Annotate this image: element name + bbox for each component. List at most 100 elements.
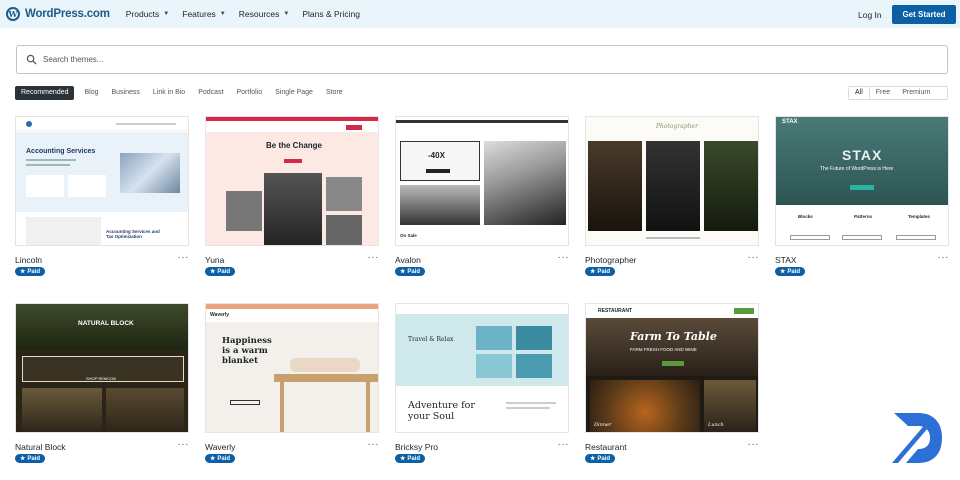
theme-card[interactable]: NATURAL BLOCK SHOP REMCOB Natural Block … bbox=[15, 303, 189, 463]
chevron-down-icon: ▼ bbox=[283, 11, 290, 17]
theme-search[interactable] bbox=[16, 45, 948, 74]
filter-recommended[interactable]: Recommended bbox=[15, 86, 75, 100]
preview-heading: Farm To Table bbox=[630, 330, 717, 343]
more-options-icon[interactable]: ··· bbox=[558, 439, 570, 450]
preview-col-3: Templates bbox=[908, 214, 930, 219]
star-icon: ★ bbox=[20, 269, 26, 275]
more-options-icon[interactable]: ··· bbox=[748, 439, 760, 450]
theme-card[interactable]: -40X On Sale Avalon ··· ★ Paid bbox=[395, 116, 569, 276]
theme-name: Natural Block bbox=[15, 442, 66, 452]
preview-button: SHOP REMCOB bbox=[86, 376, 116, 381]
paid-badge: ★ Paid bbox=[205, 454, 236, 463]
pricing-all[interactable]: All bbox=[849, 87, 870, 99]
preview-col-2: Patterns bbox=[854, 214, 873, 219]
theme-preview[interactable]: STAX STAX The Future of WordPress is Her… bbox=[775, 116, 949, 246]
preview-label-dinner: Dinner bbox=[594, 422, 612, 428]
nav-features[interactable]: Features ▼ bbox=[182, 9, 226, 19]
filter-link-in-bio[interactable]: Link in Bio bbox=[153, 86, 185, 100]
preview-caption: On Sale bbox=[400, 233, 417, 238]
theme-card[interactable]: Waverly Happiness is a warm blanket Wave… bbox=[205, 303, 379, 463]
preview-tagline: The Future of WordPress is Here bbox=[820, 166, 894, 172]
theme-name: Avalon bbox=[395, 255, 421, 265]
filter-store[interactable]: Store bbox=[326, 86, 343, 100]
paid-badge: ★ Paid bbox=[205, 267, 236, 276]
theme-preview[interactable]: Be the Change bbox=[205, 116, 379, 246]
theme-preview[interactable]: -40X On Sale bbox=[395, 116, 569, 246]
paid-badge: ★ Paid bbox=[15, 454, 46, 463]
theme-name: STAX bbox=[775, 255, 797, 265]
more-options-icon[interactable]: ··· bbox=[368, 252, 380, 263]
wordpress-icon: W bbox=[6, 7, 20, 21]
star-icon: ★ bbox=[210, 456, 216, 462]
nav-plans-pricing[interactable]: Plans & Pricing bbox=[302, 9, 360, 19]
filter-business[interactable]: Business bbox=[111, 86, 139, 100]
theme-preview[interactable]: Photographer bbox=[585, 116, 759, 246]
preview-logo: Waverly bbox=[210, 312, 229, 318]
filter-single-page[interactable]: Single Page bbox=[275, 86, 313, 100]
more-options-icon[interactable]: ··· bbox=[748, 252, 760, 263]
theme-name: Photographer bbox=[585, 255, 637, 265]
filter-portfolio[interactable]: Portfolio bbox=[236, 86, 262, 100]
theme-card[interactable]: RESTAURANT Farm To Table FARM FRESH FOOD… bbox=[585, 303, 759, 463]
preview-heading: STAX bbox=[842, 147, 883, 163]
theme-card[interactable]: Photographer Photographer ··· ★ Paid bbox=[585, 116, 759, 276]
wordpress-logo[interactable]: W WordPress.com bbox=[6, 7, 110, 21]
more-options-icon[interactable]: ··· bbox=[178, 439, 190, 450]
paid-badge: ★ Paid bbox=[775, 267, 806, 276]
preview-label-lunch: Lunch bbox=[708, 422, 724, 428]
top-navigation: W WordPress.com Products ▼ Features ▼ Reso… bbox=[0, 0, 960, 28]
star-icon: ★ bbox=[590, 269, 596, 275]
nav-products[interactable]: Products ▼ bbox=[126, 9, 170, 19]
theme-card[interactable]: Be the Change Yuna ··· ★ Paid bbox=[205, 116, 379, 276]
paid-badge: ★ Paid bbox=[585, 267, 616, 276]
paid-badge: ★ Paid bbox=[15, 267, 46, 276]
more-options-icon[interactable]: ··· bbox=[368, 439, 380, 450]
preview-subheading: FARM FRESH FOOD AND WINE bbox=[630, 347, 697, 352]
preview-heading: NATURAL BLOCK bbox=[78, 320, 134, 327]
theme-preview[interactable]: NATURAL BLOCK SHOP REMCOB bbox=[15, 303, 189, 433]
brand-watermark-icon bbox=[892, 413, 942, 463]
pricing-free[interactable]: Free bbox=[870, 87, 896, 99]
theme-name: Lincoln bbox=[15, 255, 42, 265]
preview-col-1: Blocks bbox=[798, 214, 813, 219]
preview-heading: Happiness is a warm blanket bbox=[222, 336, 272, 366]
theme-card[interactable]: STAX STAX The Future of WordPress is Her… bbox=[775, 116, 949, 276]
theme-card[interactable]: Accounting Services Accounting Services … bbox=[15, 116, 189, 276]
get-started-button[interactable]: Get Started bbox=[892, 5, 956, 24]
star-icon: ★ bbox=[590, 456, 596, 462]
filter-podcast[interactable]: Podcast bbox=[198, 86, 223, 100]
pricing-premium[interactable]: Premium bbox=[896, 87, 936, 99]
theme-preview[interactable]: Travel & Relax Adventure for your Soul bbox=[395, 303, 569, 433]
theme-preview[interactable]: Accounting Services Accounting Services … bbox=[15, 116, 189, 246]
preview-tagline: Travel & Relax bbox=[408, 336, 454, 343]
theme-preview[interactable]: Waverly Happiness is a warm blanket bbox=[205, 303, 379, 433]
filter-blog[interactable]: Blog bbox=[84, 86, 98, 100]
chevron-down-icon: ▼ bbox=[163, 11, 170, 17]
paid-badge: ★ Paid bbox=[395, 267, 426, 276]
search-input[interactable] bbox=[43, 55, 923, 64]
theme-card[interactable]: Travel & Relax Adventure for your Soul B… bbox=[395, 303, 569, 463]
star-icon: ★ bbox=[400, 456, 406, 462]
nav-resources[interactable]: Resources ▼ bbox=[239, 9, 290, 19]
theme-preview[interactable]: RESTAURANT Farm To Table FARM FRESH FOOD… bbox=[585, 303, 759, 433]
chevron-down-icon: ▼ bbox=[219, 11, 226, 17]
preview-logo: RESTAURANT bbox=[598, 308, 633, 314]
star-icon: ★ bbox=[210, 269, 216, 275]
paid-badge: ★ Paid bbox=[585, 454, 616, 463]
star-icon: ★ bbox=[400, 269, 406, 275]
paid-badge: ★ Paid bbox=[395, 454, 426, 463]
category-filters: Recommended Blog Business Link in Bio Po… bbox=[15, 86, 356, 100]
more-options-icon[interactable]: ··· bbox=[938, 252, 950, 263]
login-link[interactable]: Log In bbox=[858, 10, 882, 20]
pricing-toggle: All Free Premium bbox=[848, 86, 948, 100]
logo-text: WordPress.com bbox=[25, 8, 110, 20]
theme-name: Bricksy Pro bbox=[395, 442, 438, 452]
preview-sale-text: -40X bbox=[428, 151, 445, 160]
more-options-icon[interactable]: ··· bbox=[558, 252, 570, 263]
star-icon: ★ bbox=[20, 456, 26, 462]
more-options-icon[interactable]: ··· bbox=[178, 252, 190, 263]
preview-heading: Adventure for your Soul bbox=[408, 400, 475, 422]
search-icon bbox=[26, 54, 37, 65]
preview-heading: Photographer bbox=[656, 123, 698, 130]
theme-name: Restaurant bbox=[585, 442, 627, 452]
